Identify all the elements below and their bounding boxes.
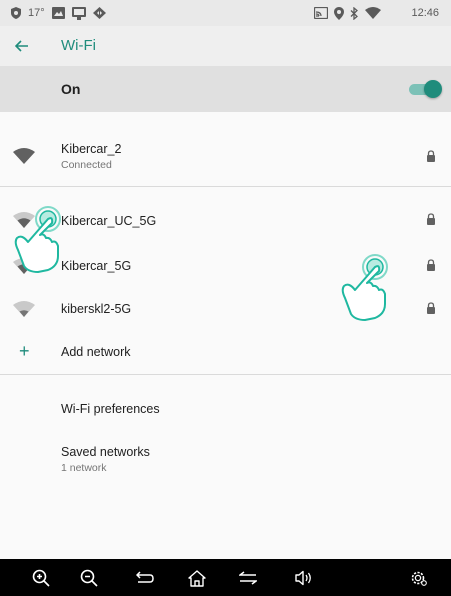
plus-icon: +: [19, 341, 30, 361]
settings-button[interactable]: [407, 567, 429, 589]
tap-gesture-hand-icon: [341, 254, 388, 321]
wifi-full-icon: [13, 148, 35, 164]
screen-icon: [71, 6, 86, 20]
tap-gesture-hand-icon: [14, 206, 61, 273]
connected-network-row[interactable]: Kibercar_2 Connected: [0, 132, 451, 180]
divider: [0, 374, 451, 375]
volume-icon: [295, 570, 311, 586]
add-network-label: Add network: [61, 345, 131, 359]
temperature-icon: 17°: [28, 7, 45, 19]
status-right-icons: [314, 0, 381, 26]
zoom-in-icon: [32, 569, 50, 587]
image-icon: [51, 6, 65, 20]
network-name: Kibercar_UC_5G: [61, 214, 157, 228]
status-left-icons: 17°: [11, 0, 106, 26]
status-bar: 17° 12:46: [0, 0, 451, 26]
master-switch-label: On: [61, 81, 81, 97]
lock-icon: [427, 259, 435, 271]
page-title: Wi-Fi: [61, 37, 96, 54]
cast-icon: [314, 6, 328, 20]
wifi-signal-icon: [365, 6, 381, 20]
wifi-preferences-row[interactable]: Wi-Fi preferences: [0, 390, 451, 430]
saved-networks-label: Saved networks: [61, 445, 150, 459]
zoom-in-button[interactable]: [30, 567, 52, 589]
arrow-left-icon: [15, 40, 28, 52]
lock-icon: [427, 150, 435, 162]
location-icon: [334, 6, 344, 20]
wifi-low-icon: [13, 301, 35, 317]
zoom-out-icon: [80, 569, 98, 587]
lock-icon: [427, 302, 435, 314]
shield-icon: [11, 6, 21, 20]
lock-icon: [427, 213, 435, 225]
wifi-master-switch-row[interactable]: On: [0, 66, 451, 112]
network-name: kiberskl2-5G: [61, 302, 132, 316]
wifi-toggle[interactable]: [407, 80, 442, 98]
app-toolbar: Wi-Fi: [0, 26, 451, 66]
network-name: Kibercar_2: [61, 142, 122, 156]
nav-recents-button[interactable]: [237, 567, 259, 589]
divider: [0, 186, 451, 187]
nav-back-button[interactable]: [134, 567, 156, 589]
status-time: 12:46: [411, 7, 439, 19]
code-icon: [92, 6, 106, 20]
bluetooth-icon: [350, 6, 359, 20]
add-network-row[interactable]: + Add network: [0, 332, 451, 372]
network-status: Connected: [61, 159, 112, 171]
saved-networks-count: 1 network: [61, 462, 107, 474]
settings-icon: [411, 571, 427, 586]
toggle-thumb: [424, 80, 442, 98]
home-icon: [188, 569, 206, 587]
saved-networks-row[interactable]: Saved networks 1 network: [0, 436, 451, 480]
back-button[interactable]: [10, 34, 34, 58]
navigation-bar: [0, 559, 451, 596]
wifi-preferences-label: Wi-Fi preferences: [61, 402, 160, 416]
recents-icon: [239, 571, 257, 585]
nav-home-button[interactable]: [186, 567, 208, 589]
network-name: Kibercar_5G: [61, 259, 132, 273]
volume-button[interactable]: [293, 567, 315, 589]
zoom-out-button[interactable]: [78, 567, 100, 589]
back-icon: [136, 571, 154, 583]
